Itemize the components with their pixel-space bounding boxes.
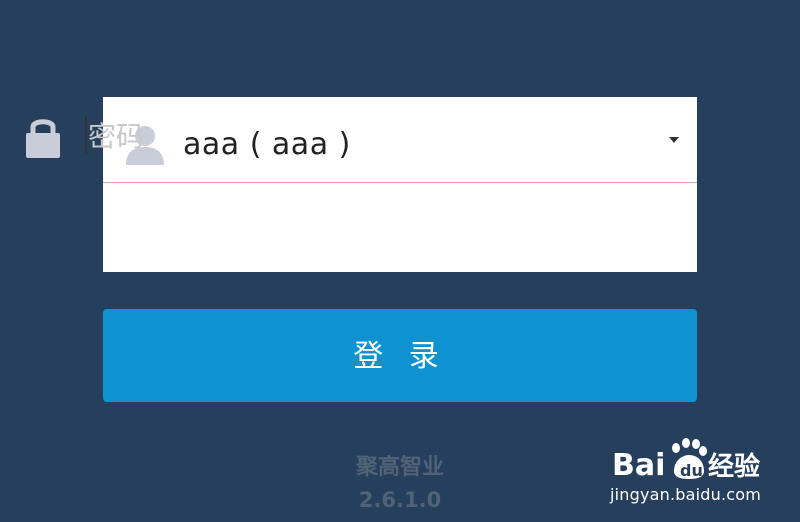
lock-icon bbox=[26, 119, 60, 158]
password-input[interactable] bbox=[84, 114, 578, 158]
watermark-url: jingyan.baidu.com bbox=[610, 485, 762, 504]
watermark: du Bai 经验 jingyan.baidu.com bbox=[610, 435, 785, 505]
baidu-jingyan-logo: du Bai 经验 bbox=[612, 438, 760, 483]
svg-text:经验: 经验 bbox=[708, 451, 760, 482]
version-label: 2.6.1.0 bbox=[358, 488, 442, 512]
login-button[interactable]: 登 录 bbox=[103, 309, 697, 402]
company-name: 聚高智业 bbox=[355, 455, 444, 480]
password-row bbox=[103, 183, 697, 272]
svg-text:Bai: Bai bbox=[612, 448, 665, 483]
text-cursor bbox=[85, 116, 87, 154]
svg-text:du: du bbox=[680, 461, 703, 480]
chevron-down-icon[interactable] bbox=[669, 137, 679, 143]
